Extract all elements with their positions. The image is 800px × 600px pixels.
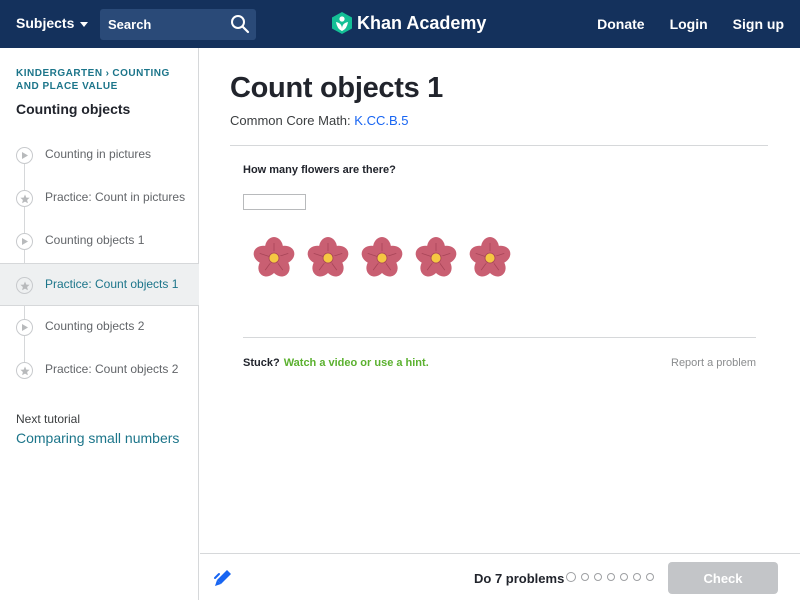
khan-academy-logo[interactable]: Khan Academy (332, 12, 486, 34)
search-input[interactable] (100, 9, 224, 40)
next-tutorial: Next tutorial Comparing small numbers (16, 412, 179, 446)
breadcrumb-kindergarten[interactable]: KINDERGARTEN (16, 68, 103, 79)
login-link[interactable]: Login (670, 16, 708, 32)
play-icon (16, 319, 33, 336)
sidebar-item-label: Counting objects 1 (45, 233, 145, 247)
problem-count-label: Do 7 problems (474, 571, 565, 586)
report-problem-link[interactable]: Report a problem (671, 357, 756, 369)
next-tutorial-link[interactable]: Comparing small numbers (16, 430, 179, 446)
flower-image (361, 237, 403, 277)
flower-image (415, 237, 457, 277)
chevron-down-icon (80, 21, 89, 27)
sidebar-item-label: Counting in pictures (45, 147, 152, 161)
standard-link[interactable]: K.CC.B.5 (354, 113, 408, 128)
sidebar-item-practice-count-objects-1[interactable]: Practice: Count objects 1 (0, 263, 199, 306)
divider (243, 337, 756, 338)
sidebar-item-label: Practice: Count in pictures (45, 190, 186, 204)
flower-group (252, 236, 512, 280)
donate-link[interactable]: Donate (597, 16, 644, 32)
sidebar-item-counting-objects-2[interactable]: Counting objects 2 (0, 306, 199, 349)
progress-dot (581, 573, 589, 581)
search-icon[interactable] (230, 14, 250, 34)
star-icon (16, 362, 33, 379)
play-icon (16, 147, 33, 164)
tutorial-items: Counting in pictures Practice: Count in … (0, 134, 199, 392)
exercise-panel: Count objects 1 Common Core Math: K.CC.B… (200, 48, 800, 553)
check-button[interactable]: Check (668, 562, 778, 594)
stuck-section: Stuck? Watch a video or use a hint. (243, 357, 429, 369)
flower-image (469, 237, 511, 277)
divider (230, 145, 768, 146)
breadcrumb: KINDERGARTEN › COUNTING AND PLACE VALUE (16, 67, 186, 93)
tutorial-sidebar: KINDERGARTEN › COUNTING AND PLACE VALUE Co… (0, 48, 199, 600)
progress-dot (646, 573, 654, 581)
progress-dots (566, 572, 654, 582)
exercise-footer: Do 7 problems Check (200, 553, 800, 600)
progress-dot (620, 573, 628, 581)
flower-image (253, 237, 295, 277)
logo-text: Khan Academy (357, 12, 487, 33)
sidebar-item-label: Counting objects 2 (45, 319, 145, 333)
flower-image (307, 237, 349, 277)
progress-dot (633, 573, 641, 581)
signup-link[interactable]: Sign up (733, 16, 784, 32)
sidebar-item-label: Practice: Count objects 2 (45, 362, 179, 376)
star-icon (16, 277, 33, 294)
sidebar-item-counting-in-pictures[interactable]: Counting in pictures (0, 134, 199, 177)
scratchpad-pencil-icon[interactable] (213, 568, 233, 588)
breadcrumb-separator: › (105, 68, 110, 79)
progress-dot (594, 573, 602, 581)
common-core-standard: Common Core Math: K.CC.B.5 (230, 113, 408, 128)
progress-dot (566, 572, 576, 582)
top-nav-bar: Subjects Khan Academy Donate Login Sign … (0, 0, 800, 48)
khan-academy-logo-icon (332, 12, 352, 34)
next-tutorial-label: Next tutorial (16, 412, 81, 426)
tutorial-title: Counting objects (16, 101, 131, 117)
standard-prefix: Common Core Math: (230, 113, 351, 128)
stuck-label: Stuck? (243, 357, 280, 369)
sidebar-item-label: Practice: Count objects 1 (45, 277, 179, 291)
question-text: How many flowers are there? (243, 164, 396, 176)
top-links: Donate Login Sign up (597, 16, 784, 32)
page-title: Count objects 1 (230, 72, 444, 104)
search-box (100, 9, 256, 40)
subjects-menu-button[interactable]: Subjects (16, 15, 89, 31)
play-icon (16, 233, 33, 250)
sidebar-item-practice-count-objects-2[interactable]: Practice: Count objects 2 (0, 349, 199, 392)
subjects-label: Subjects (16, 15, 75, 31)
answer-input[interactable] (243, 194, 306, 210)
hint-link[interactable]: Watch a video or use a hint. (284, 357, 429, 369)
sidebar-item-counting-objects-1[interactable]: Counting objects 1 (0, 220, 199, 263)
progress-dot (607, 573, 615, 581)
sidebar-item-practice-count-in-pictures[interactable]: Practice: Count in pictures (0, 177, 199, 220)
star-icon (16, 190, 33, 207)
